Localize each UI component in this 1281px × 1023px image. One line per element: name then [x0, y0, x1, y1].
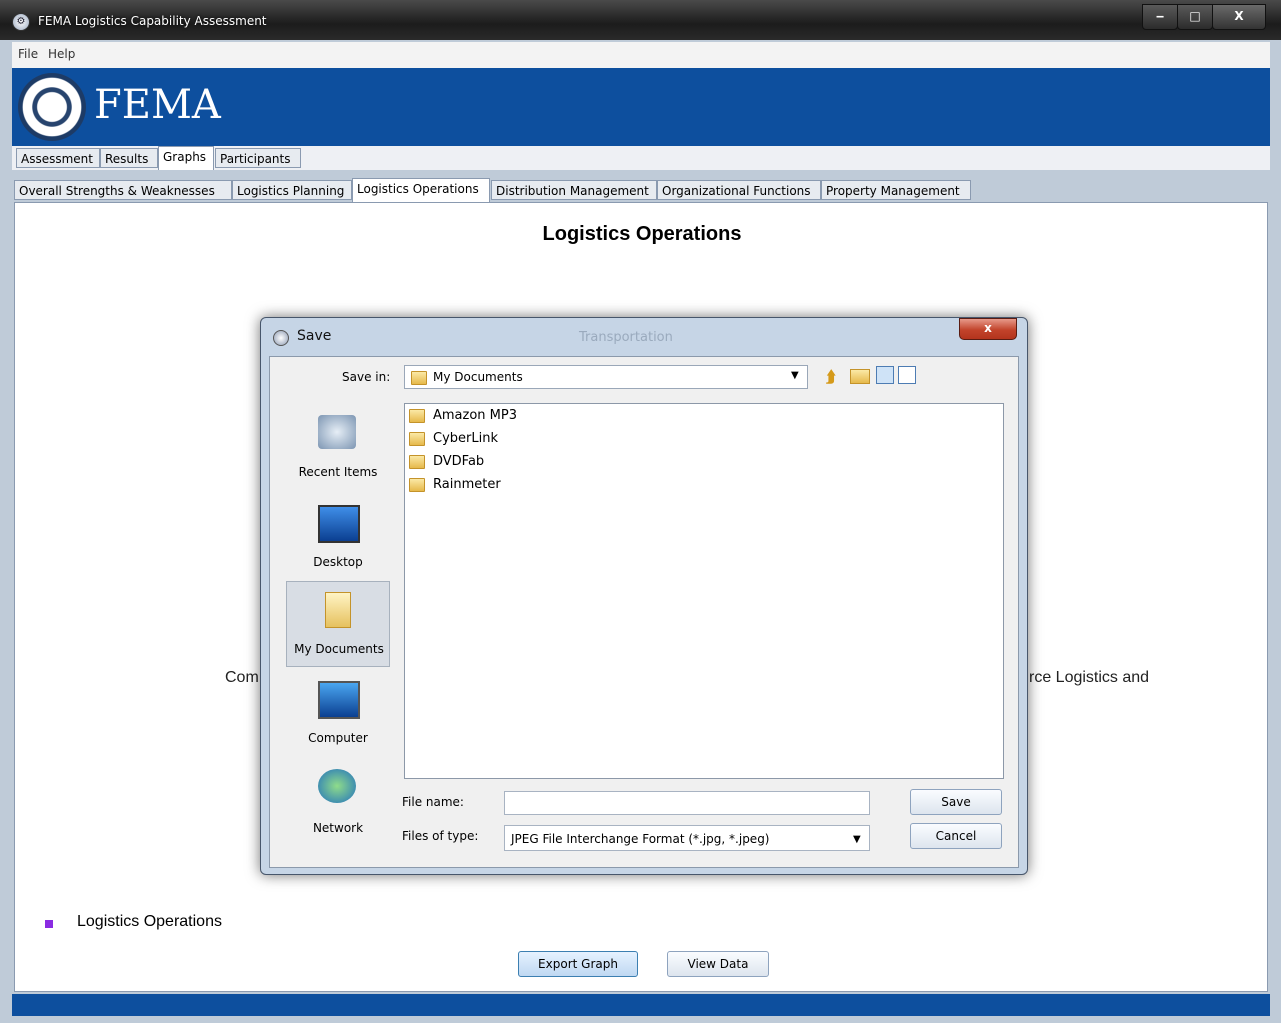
tab-assessment[interactable]: Assessment — [16, 148, 100, 168]
minimize-button[interactable]: ‒ — [1142, 4, 1178, 30]
save-button[interactable]: Save — [910, 789, 1002, 815]
legend-swatch — [45, 920, 53, 928]
place-computer[interactable]: Computer — [286, 671, 390, 757]
up-folder-icon[interactable]: ⮭ — [826, 367, 844, 386]
axis-label-right-partial: rce Logistics and — [1029, 669, 1150, 686]
places-bar: Recent Items Desktop My Documents Comput… — [286, 399, 390, 849]
fema-banner: FEMA — [12, 68, 1270, 146]
chevron-down-icon: ▼ — [791, 370, 799, 381]
title-bar[interactable]: ⚙ FEMA Logistics Capability Assessment ‒… — [0, 0, 1281, 40]
place-my-documents[interactable]: My Documents — [286, 581, 390, 667]
menu-file[interactable]: File — [18, 47, 38, 61]
window-title: FEMA Logistics Capability Assessment — [38, 14, 267, 28]
app-icon: ⚙ — [12, 13, 30, 31]
file-name-label: File name: — [402, 795, 464, 809]
subtab-distribution-management[interactable]: Distribution Management — [491, 180, 657, 200]
list-item[interactable]: CyberLink — [409, 429, 498, 449]
save-in-dropdown[interactable]: My Documents ▼ — [404, 365, 808, 389]
tab-participants[interactable]: Participants — [215, 148, 301, 168]
export-graph-button[interactable]: Export Graph — [518, 951, 638, 977]
place-recent-items[interactable]: Recent Items — [286, 405, 390, 491]
place-network[interactable]: Network — [286, 761, 390, 847]
menu-help[interactable]: Help — [48, 47, 75, 61]
save-in-value: My Documents — [433, 370, 523, 384]
list-item[interactable]: DVDFab — [409, 452, 484, 472]
place-desktop[interactable]: Desktop — [286, 495, 390, 581]
axis-label-left-partial: Com — [225, 669, 259, 686]
dhs-seal-icon — [18, 73, 86, 141]
cancel-button[interactable]: Cancel — [910, 823, 1002, 849]
computer-icon — [318, 681, 360, 719]
my-documents-icon — [325, 592, 351, 628]
legend-label: Logistics Operations — [77, 913, 222, 930]
dialog-app-icon — [273, 330, 289, 346]
file-type-value: JPEG File Interchange Format (*.jpg, *.j… — [511, 832, 770, 846]
file-type-label: Files of type: — [402, 829, 479, 843]
chart-title: Logistics Operations — [542, 223, 742, 245]
main-tabs: Assessment Results Graphs Participants — [12, 146, 1270, 170]
tab-results[interactable]: Results — [100, 148, 158, 168]
status-bar — [12, 994, 1270, 1016]
app-window: ⚙ FEMA Logistics Capability Assessment ‒… — [0, 0, 1281, 1023]
subtab-overall-strengths-weaknesses[interactable]: Overall Strengths & Weaknesses — [14, 180, 232, 200]
desktop-icon — [318, 505, 360, 543]
list-item[interactable]: Amazon MP3 — [409, 406, 517, 426]
folder-icon — [409, 431, 425, 446]
folder-icon — [409, 454, 425, 469]
recent-items-icon — [318, 415, 356, 449]
dialog-title: Save — [297, 328, 332, 344]
dialog-body: Save in: My Documents ▼ ⮭ Recent Items D… — [269, 356, 1019, 868]
save-dialog: Save Transportation x Save in: My Docume… — [260, 317, 1028, 875]
subtab-organizational-functions[interactable]: Organizational Functions — [657, 180, 821, 200]
subtab-logistics-operations[interactable]: Logistics Operations — [352, 178, 490, 202]
background-chart-label: Transportation — [579, 330, 673, 345]
view-data-button[interactable]: View Data — [667, 951, 769, 977]
file-list[interactable]: Amazon MP3 CyberLink DVDFab Rainmeter — [404, 403, 1004, 779]
file-name-input[interactable] — [504, 791, 870, 815]
subtab-property-management[interactable]: Property Management — [821, 180, 971, 200]
menu-bar: File Help — [12, 42, 1270, 69]
save-in-label: Save in: — [342, 370, 391, 384]
new-folder-icon[interactable] — [850, 369, 870, 384]
folder-icon — [411, 371, 427, 385]
chevron-down-icon: ▼ — [853, 834, 861, 845]
dialog-close-button[interactable]: x — [959, 318, 1017, 340]
file-type-dropdown[interactable]: JPEG File Interchange Format (*.jpg, *.j… — [504, 825, 870, 851]
list-view-icon[interactable] — [876, 366, 894, 384]
subtab-logistics-planning[interactable]: Logistics Planning — [232, 180, 352, 200]
fema-logo: FEMA — [94, 82, 221, 128]
details-view-icon[interactable] — [898, 366, 916, 384]
close-button[interactable]: X — [1212, 4, 1266, 30]
tab-graphs[interactable]: Graphs — [158, 146, 214, 170]
graph-sub-tabs: Overall Strengths & Weaknesses Logistics… — [14, 178, 1268, 202]
folder-icon — [409, 408, 425, 423]
list-item[interactable]: Rainmeter — [409, 475, 501, 495]
maximize-button[interactable]: □ — [1177, 4, 1213, 30]
network-icon — [318, 769, 356, 803]
folder-icon — [409, 477, 425, 492]
